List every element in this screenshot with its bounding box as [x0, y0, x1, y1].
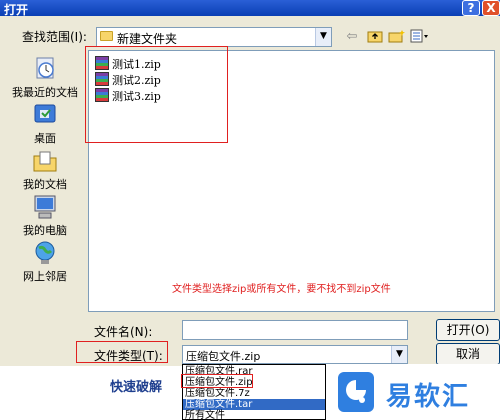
file-name-input[interactable]: [182, 320, 408, 340]
look-in-combo[interactable]: 新建文件夹 ▼: [96, 27, 332, 47]
place-network[interactable]: 网上邻居: [8, 240, 82, 284]
my-computer-icon: [31, 194, 59, 220]
help-button[interactable]: ?: [462, 0, 480, 16]
cancel-button[interactable]: 取消: [436, 343, 500, 365]
recent-documents-icon: [31, 56, 59, 82]
place-desktop[interactable]: 桌面: [8, 102, 82, 146]
file-type-option[interactable]: 所有文件: [183, 410, 325, 420]
open-button[interactable]: 打开(O): [436, 319, 500, 341]
window-title: 打开: [4, 3, 29, 17]
network-icon: [31, 240, 59, 266]
place-my-computer[interactable]: 我的电脑: [8, 194, 82, 238]
file-type-combo[interactable]: 压缩包文件.zip ▼: [182, 345, 408, 364]
highlight-box-zip-option: [181, 374, 253, 388]
quick-crack-label[interactable]: 快速破解: [110, 376, 162, 395]
file-type-option[interactable]: 压缩包文件.7z: [183, 388, 325, 399]
file-type-dropdown[interactable]: 压缩包文件.rar 压缩包文件.zip 压缩包文件.7z 压缩包文件.tar 所…: [182, 364, 326, 420]
chevron-down-icon[interactable]: ▼: [391, 346, 407, 363]
back-arrow-icon[interactable]: ⇦: [344, 29, 360, 45]
new-folder-icon[interactable]: [388, 29, 406, 45]
folder-icon: [100, 31, 113, 41]
title-bar: 打开 ? X: [0, 0, 500, 17]
file-name-label: 文件名(N):: [94, 325, 153, 339]
close-button[interactable]: X: [482, 0, 500, 16]
up-folder-icon[interactable]: [366, 29, 384, 45]
place-label: 网上邻居: [23, 270, 67, 283]
my-documents-icon: [31, 148, 59, 174]
highlight-box-files: [85, 46, 228, 143]
place-label: 桌面: [34, 132, 56, 145]
chevron-down-icon[interactable]: ▼: [315, 28, 331, 46]
watermark-logo: [338, 372, 374, 412]
look-in-value: 新建文件夹: [117, 32, 178, 46]
file-type-value: 压缩包文件.zip: [186, 350, 261, 363]
view-menu-icon[interactable]: [410, 29, 430, 45]
annotation-note: 文件类型选择zip或所有文件，要不找不到zip文件: [172, 284, 391, 295]
place-label: 我最近的文档: [12, 86, 78, 99]
file-type-option-selected[interactable]: 压缩包文件.tar: [183, 399, 325, 410]
place-label: 我的文档: [23, 178, 67, 191]
look-in-label: 查找范围(I):: [22, 30, 87, 44]
watermark-text: 易软汇: [386, 382, 471, 412]
highlight-box-file-type: [76, 341, 168, 363]
desktop-icon: [31, 102, 59, 128]
places-bar: 我最近的文档 桌面 我的文档 我的电脑 网上邻居: [8, 50, 82, 290]
place-my-documents[interactable]: 我的文档: [8, 148, 82, 192]
place-recent[interactable]: 我最近的文档: [8, 56, 82, 100]
place-label: 我的电脑: [23, 224, 67, 237]
